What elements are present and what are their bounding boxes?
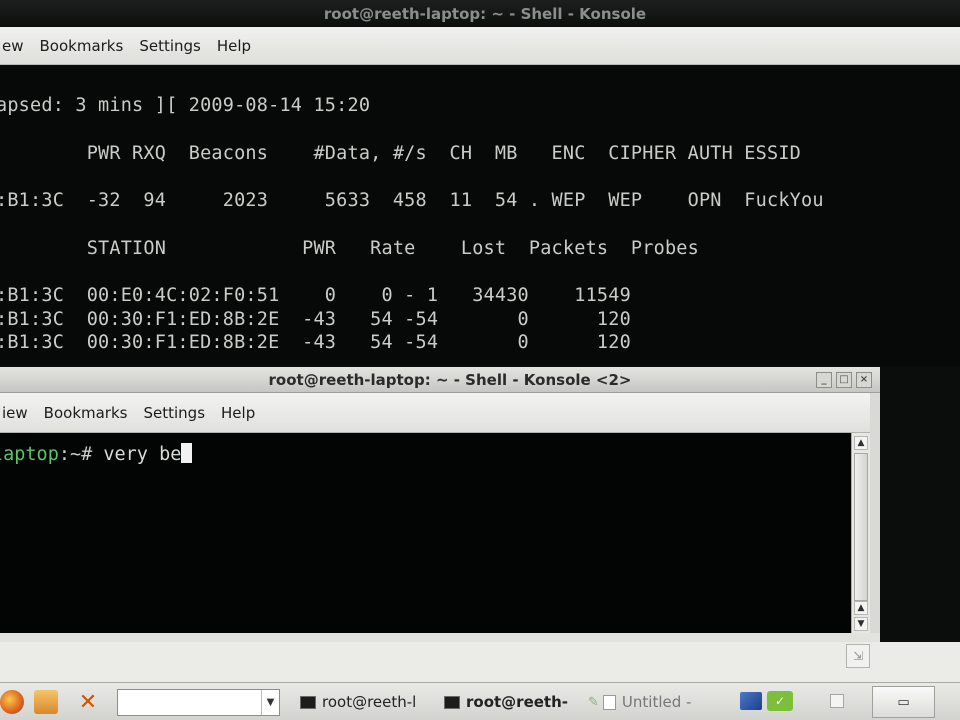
terminal-line-station-header: STATION PWR Rate Lost Packets Probes <box>0 238 699 259</box>
menu-view[interactable]: iew <box>0 404 36 422</box>
typed-command: very be <box>103 444 182 465</box>
resize-grip-icon[interactable]: ⇲ <box>846 644 870 668</box>
back-terminal[interactable]: apsed: 3 mins ][ 2009-08-14 15:20 PWR RX… <box>0 66 960 366</box>
front-window-menubar: iew Bookmarks Settings Help <box>0 393 880 433</box>
front-window-title: root@reeth-laptop: ~ - Shell - Konsole <… <box>268 370 632 389</box>
task-label: root@reeth-l <box>322 693 417 711</box>
prompt-line: laptop:~# very be <box>0 443 193 465</box>
back-window-title: root@reeth-laptop: ~ - Shell - Konsole <box>323 4 647 23</box>
tools-icon[interactable]: ✕ <box>76 690 100 715</box>
front-konsole-window: root@reeth-laptop: ~ - Shell - Konsole <… <box>0 367 880 642</box>
firefox-icon[interactable] <box>0 690 24 714</box>
maximize-icon[interactable]: □ <box>836 372 852 388</box>
menu-help[interactable]: Help <box>213 404 263 422</box>
menu-bookmarks[interactable]: Bookmarks <box>32 37 132 55</box>
task-label: root@reeth- <box>466 693 568 711</box>
terminal-icon <box>444 695 460 709</box>
taskbar-task-editor[interactable]: ✎ Untitled - <box>588 688 723 716</box>
scrollbar-thumb[interactable] <box>854 453 868 601</box>
terminal-line-station-2: :B1:3C 00:30:F1:ED:8B:2E -43 54 -54 0 12… <box>0 309 631 330</box>
window-bottom-frame <box>0 633 880 642</box>
scroll-up-icon[interactable]: ▲ <box>854 436 868 450</box>
close-icon[interactable]: × <box>856 372 872 388</box>
document-icon <box>602 694 616 710</box>
scroll-down-icon[interactable]: ▲ <box>854 601 868 615</box>
taskbar-combo-box[interactable]: ▼ <box>117 689 280 716</box>
folder-icon[interactable] <box>34 690 58 714</box>
taskbar-task-konsole-1[interactable]: root@reeth-l <box>300 688 432 716</box>
chevron-down-icon[interactable]: ▼ <box>261 690 279 715</box>
minimize-icon[interactable]: _ <box>816 372 832 388</box>
show-desktop-icon[interactable]: ▭ <box>872 686 935 718</box>
window-frame <box>870 393 880 642</box>
tray-checkbox-icon[interactable] <box>830 694 844 708</box>
update-icon[interactable]: ✓ <box>767 691 793 711</box>
text-cursor <box>181 443 193 463</box>
back-window-titlebar[interactable]: root@reeth-laptop: ~ - Shell - Konsole <box>0 0 960 27</box>
terminal-scrollbar[interactable]: ▲ ▲ ▼ <box>851 433 870 633</box>
terminal-line-ap-header: PWR RXQ Beacons #Data, #/s CH MB ENC CIP… <box>0 143 801 164</box>
desktop-strip <box>0 642 960 682</box>
taskbar: ✕ ▼ root@reeth-l root@reeth- ✎ Untitled … <box>0 682 960 720</box>
prompt-host: laptop <box>0 444 59 465</box>
scroll-down-end-icon[interactable]: ▼ <box>854 617 868 631</box>
terminal-line-station-3: :B1:3C 00:30:F1:ED:8B:2E -43 54 -54 0 12… <box>0 332 631 353</box>
prompt-symbol: :~# <box>58 444 104 465</box>
pen-icon: ✎ <box>588 694 599 710</box>
menu-help[interactable]: Help <box>209 37 259 55</box>
taskbar-task-konsole-2[interactable]: root@reeth- <box>444 688 576 716</box>
back-window-menubar: ew Bookmarks Settings Help <box>0 27 960 65</box>
menu-view[interactable]: ew <box>0 37 32 55</box>
task-label: Untitled - <box>621 693 692 711</box>
terminal-icon <box>300 695 316 709</box>
network-icon[interactable] <box>740 692 762 710</box>
front-window-titlebar[interactable]: root@reeth-laptop: ~ - Shell - Konsole <… <box>0 367 880 393</box>
terminal-line-ap-row: :B1:3C -32 94 2023 5633 458 11 54 . WEP … <box>0 190 824 211</box>
menu-bookmarks[interactable]: Bookmarks <box>36 404 136 422</box>
terminal-line-station-1: :B1:3C 00:E0:4C:02:F0:51 0 0 - 1 34430 1… <box>0 285 631 306</box>
front-terminal[interactable]: laptop:~# very be <box>0 433 851 633</box>
terminal-line-elapsed: apsed: 3 mins ][ 2009-08-14 15:20 <box>0 95 371 116</box>
menu-settings[interactable]: Settings <box>135 404 213 422</box>
menu-settings[interactable]: Settings <box>131 37 209 55</box>
